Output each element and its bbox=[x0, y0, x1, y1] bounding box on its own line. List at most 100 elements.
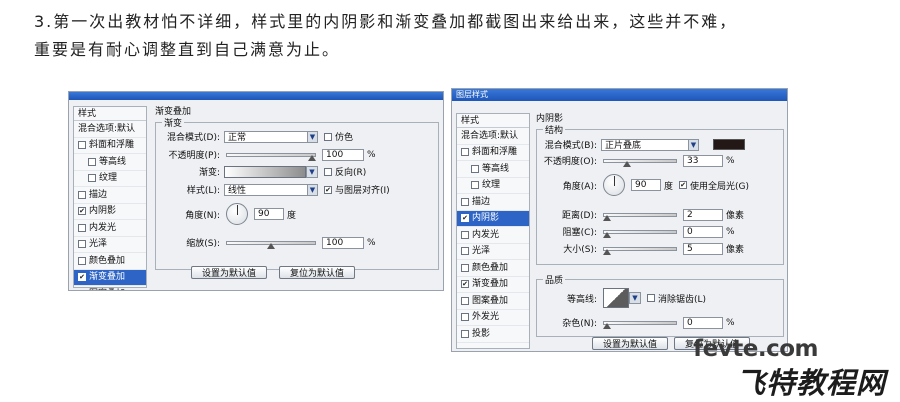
style-checkbox[interactable] bbox=[461, 197, 469, 206]
style-checkbox[interactable]: ✔ bbox=[78, 273, 86, 282]
size-input[interactable]: 5 bbox=[683, 242, 723, 255]
sidebar-item[interactable]: ✔ 内阴影 bbox=[457, 210, 529, 227]
set-default-button[interactable]: 设置为默认值 bbox=[592, 337, 668, 350]
sidebar-item[interactable]: 光泽 bbox=[74, 237, 146, 253]
dialog-titlebar[interactable]: 图层样式 bbox=[452, 89, 787, 101]
percent-unit: % bbox=[726, 317, 735, 328]
sidebar-item[interactable]: 图案叠加 bbox=[457, 293, 529, 310]
style-checkbox[interactable] bbox=[78, 141, 86, 150]
slider-thumb-icon[interactable] bbox=[308, 154, 316, 161]
contour-dropdown[interactable]: ▼ bbox=[629, 292, 641, 304]
sidebar-item-label: 颜色叠加 bbox=[472, 262, 509, 273]
angle-dial-icon[interactable] bbox=[226, 203, 248, 225]
sidebar-item[interactable]: 图案叠加 bbox=[74, 286, 146, 290]
style-checkbox[interactable] bbox=[78, 256, 86, 265]
sidebar-item[interactable]: 投影 bbox=[457, 326, 529, 343]
style-checkbox[interactable] bbox=[461, 296, 469, 305]
slider-thumb-icon[interactable] bbox=[267, 242, 275, 249]
style-checkbox[interactable] bbox=[461, 263, 469, 272]
pixel-unit: 像素 bbox=[726, 211, 745, 221]
distance-slider[interactable] bbox=[603, 210, 677, 221]
contour-preview-icon[interactable] bbox=[603, 288, 629, 308]
style-checkbox[interactable] bbox=[461, 313, 469, 322]
style-checkbox[interactable] bbox=[78, 223, 86, 232]
style-checkbox[interactable] bbox=[88, 157, 96, 166]
style-select[interactable]: 线性 ▼ bbox=[224, 183, 318, 196]
style-checkbox[interactable] bbox=[88, 174, 96, 183]
distance-input[interactable]: 2 bbox=[683, 208, 723, 221]
style-checkbox[interactable] bbox=[78, 289, 86, 290]
gradient-group: 渐变 混合模式(D): 正常 ▼ 仿色 不透明度(P): 100 % 渐变: ▼ … bbox=[155, 116, 439, 270]
style-checkbox[interactable] bbox=[461, 148, 469, 157]
style-checkbox[interactable] bbox=[461, 247, 469, 256]
reset-default-button[interactable]: 复位为默认值 bbox=[279, 266, 355, 279]
shadow-color-swatch[interactable] bbox=[713, 139, 745, 150]
sidebar-item[interactable]: 描边 bbox=[457, 194, 529, 211]
caption-line-1: 3.第一次出教材怕不详细，样式里的内阴影和渐变叠加都截图出来给出来，这些并不难， bbox=[34, 12, 738, 31]
style-checkbox[interactable] bbox=[78, 190, 86, 199]
gradient-overlay-panel: 渐变叠加 渐变 混合模式(D): 正常 ▼ 仿色 不透明度(P): 100 % 渐… bbox=[155, 106, 439, 284]
size-label: 大小(S): bbox=[563, 245, 597, 255]
style-checkbox[interactable] bbox=[471, 181, 479, 190]
antialias-checkbox[interactable] bbox=[647, 294, 655, 302]
sidebar-item[interactable]: 斜面和浮雕 bbox=[74, 138, 146, 154]
sidebar-item-blend-options[interactable]: 混合选项:默认 bbox=[457, 128, 529, 145]
gradient-dropdown[interactable]: ▼ bbox=[306, 165, 318, 178]
angle-input[interactable]: 90 bbox=[254, 208, 284, 220]
sidebar-item[interactable]: 纹理 bbox=[457, 178, 529, 194]
gradient-preview[interactable] bbox=[224, 165, 306, 178]
blend-mode-label: 混合模式(B): bbox=[544, 141, 597, 151]
set-default-button[interactable]: 设置为默认值 bbox=[191, 266, 267, 279]
sidebar-item[interactable]: 描边 bbox=[74, 187, 146, 204]
align-checkbox[interactable]: ✔ bbox=[324, 185, 332, 194]
gradient-label: 渐变: bbox=[198, 168, 220, 178]
slider-thumb-icon[interactable] bbox=[603, 214, 611, 221]
size-slider[interactable] bbox=[603, 244, 677, 255]
sidebar-item[interactable]: ✔ 内阴影 bbox=[74, 204, 146, 220]
align-label: 与图层对齐(I) bbox=[335, 186, 390, 196]
sidebar-item[interactable]: 颜色叠加 bbox=[457, 260, 529, 277]
noise-input[interactable]: 0 bbox=[683, 316, 723, 329]
style-checkbox[interactable] bbox=[471, 164, 479, 173]
style-checkbox[interactable] bbox=[78, 240, 86, 249]
choke-slider[interactable] bbox=[603, 227, 677, 238]
opacity-slider[interactable] bbox=[226, 150, 316, 161]
global-light-checkbox[interactable]: ✔ bbox=[679, 181, 688, 189]
opacity-input[interactable]: 33 bbox=[683, 154, 723, 167]
sidebar-item-blend-options[interactable]: 混合选项:默认 bbox=[74, 121, 146, 138]
sidebar-item[interactable]: 纹理 bbox=[74, 171, 146, 187]
slider-thumb-icon[interactable] bbox=[623, 160, 632, 167]
slider-thumb-icon[interactable] bbox=[603, 231, 611, 238]
blend-mode-select[interactable]: 正片叠底 ▼ bbox=[601, 138, 699, 151]
sidebar-header[interactable]: 样式 bbox=[457, 114, 529, 128]
scale-input[interactable]: 100 bbox=[322, 236, 364, 249]
sidebar-header[interactable]: 样式 bbox=[74, 107, 146, 121]
style-checkbox[interactable] bbox=[461, 329, 469, 338]
style-checkbox[interactable]: ✔ bbox=[461, 280, 469, 289]
reverse-checkbox[interactable] bbox=[324, 167, 332, 176]
opacity-input[interactable]: 100 bbox=[322, 148, 364, 161]
sidebar-item[interactable]: 颜色叠加 bbox=[74, 253, 146, 270]
dither-checkbox[interactable] bbox=[324, 132, 332, 141]
sidebar-item[interactable]: 光泽 bbox=[457, 244, 529, 260]
sidebar-item[interactable]: 内发光 bbox=[457, 227, 529, 244]
noise-slider[interactable] bbox=[603, 318, 677, 329]
sidebar-item[interactable]: 斜面和浮雕 bbox=[457, 145, 529, 161]
style-checkbox[interactable]: ✔ bbox=[461, 214, 469, 223]
sidebar-item[interactable]: ✔ 渐变叠加 bbox=[74, 269, 146, 286]
scale-slider[interactable] bbox=[226, 238, 316, 249]
slider-thumb-icon[interactable] bbox=[603, 248, 611, 255]
slider-thumb-icon[interactable] bbox=[603, 322, 611, 329]
blend-mode-select[interactable]: 正常 ▼ bbox=[224, 130, 318, 143]
sidebar-item[interactable]: 等高线 bbox=[457, 161, 529, 178]
sidebar-item[interactable]: ✔ 渐变叠加 bbox=[457, 277, 529, 293]
style-checkbox[interactable] bbox=[461, 230, 469, 239]
choke-input[interactable]: 0 bbox=[683, 225, 723, 238]
sidebar-item[interactable]: 内发光 bbox=[74, 220, 146, 237]
sidebar-item[interactable]: 等高线 bbox=[74, 154, 146, 171]
sidebar-item[interactable]: 外发光 bbox=[457, 310, 529, 326]
angle-input[interactable]: 90 bbox=[631, 179, 661, 191]
style-checkbox[interactable]: ✔ bbox=[78, 207, 86, 216]
opacity-slider[interactable] bbox=[603, 156, 677, 167]
angle-dial-icon[interactable] bbox=[603, 174, 625, 196]
